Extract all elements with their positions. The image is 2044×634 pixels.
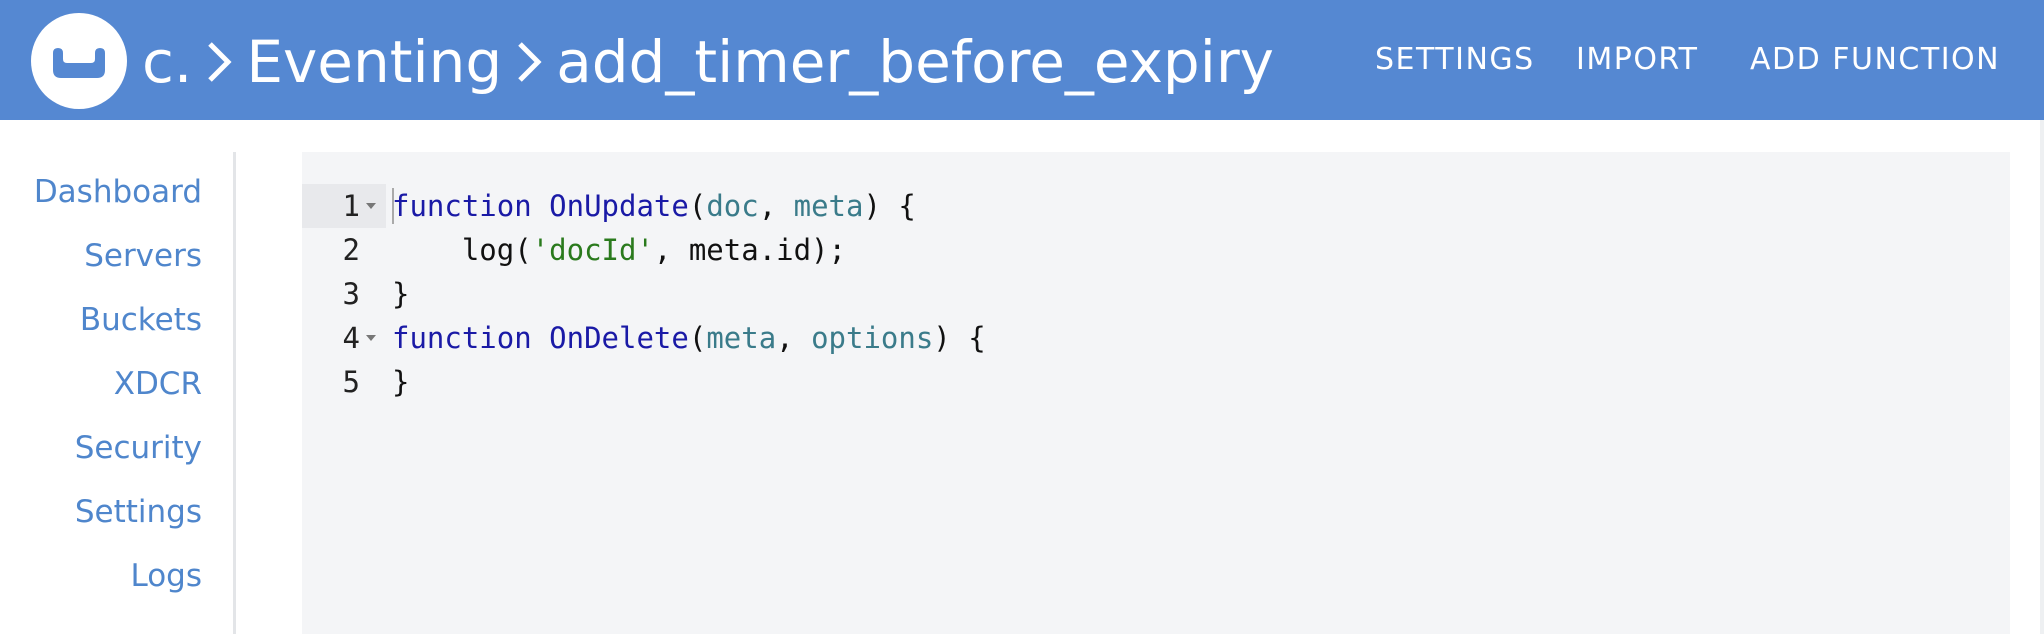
- code-token: }: [392, 365, 410, 399]
- line-number: 4: [342, 321, 360, 355]
- code-token: function: [392, 321, 532, 355]
- code-token: OnDelete: [549, 321, 689, 355]
- chevron-right-icon: [208, 42, 232, 82]
- code-token: meta: [793, 189, 864, 223]
- line-number: 1: [342, 189, 360, 223]
- code-token: , meta.id);: [653, 233, 846, 267]
- code-line[interactable]: 4 function OnDelete(meta, options) {: [302, 316, 2010, 360]
- code-token: meta: [706, 321, 777, 355]
- code-token: }: [392, 277, 410, 311]
- sidebar-item-xdcr[interactable]: XDCR: [114, 364, 202, 404]
- sidebar-item-servers[interactable]: Servers: [84, 236, 202, 276]
- fold-arrow-icon[interactable]: [366, 335, 376, 341]
- code-text[interactable]: }: [392, 272, 409, 316]
- sidebar-item-settings[interactable]: Settings: [75, 492, 202, 532]
- code-line[interactable]: 1 function OnUpdate(doc, meta) {: [302, 184, 2010, 228]
- import-nav-link[interactable]: IMPORT: [1576, 40, 1698, 80]
- code-token: 'docId': [531, 233, 654, 267]
- line-number: 2: [342, 233, 360, 267]
- code-line[interactable]: 5 }: [302, 360, 2010, 404]
- settings-nav-link[interactable]: SETTINGS: [1375, 40, 1535, 80]
- code-line[interactable]: 2 log('docId', meta.id);: [302, 228, 2010, 272]
- code-token: ) {: [863, 189, 916, 223]
- code-token: ) {: [933, 321, 986, 355]
- text-cursor: [392, 188, 394, 224]
- line-number: 5: [342, 365, 360, 399]
- code-token: ,: [758, 189, 794, 223]
- breadcrumb-item-cluster[interactable]: c.: [142, 22, 192, 102]
- code-token: ,: [776, 321, 812, 355]
- code-text[interactable]: function OnDelete(meta, options) {: [392, 316, 986, 360]
- page-scrollbar[interactable]: [2040, 120, 2044, 634]
- sidebar-item-logs[interactable]: Logs: [130, 556, 202, 596]
- code-token: OnUpdate: [549, 189, 689, 223]
- code-token: function: [392, 189, 532, 223]
- add-function-nav-link[interactable]: ADD FUNCTION: [1750, 40, 2000, 80]
- code-text[interactable]: log('docId', meta.id);: [392, 228, 846, 272]
- line-number: 3: [342, 277, 360, 311]
- code-line[interactable]: 3 }: [302, 272, 2010, 316]
- sidebar-item-buckets[interactable]: Buckets: [80, 300, 202, 340]
- top-header: c. Eventing add_timer_before_expiry SETT…: [0, 0, 2044, 120]
- code-token: (: [688, 189, 707, 223]
- code-editor[interactable]: 1 function OnUpdate(doc, meta) { 2 log('…: [302, 152, 2010, 634]
- code-text[interactable]: }: [392, 360, 409, 404]
- sidebar-item-dashboard[interactable]: Dashboard: [34, 172, 202, 212]
- code-token: doc: [706, 189, 759, 223]
- code-token: options: [811, 321, 934, 355]
- code-text[interactable]: function OnUpdate(doc, meta) {: [392, 184, 916, 228]
- sidebar-item-security[interactable]: Security: [75, 428, 202, 468]
- fold-arrow-icon[interactable]: [366, 203, 376, 209]
- breadcrumb-item-eventing[interactable]: Eventing: [246, 22, 502, 102]
- sidebar: Dashboard Servers Buckets XDCR Security …: [0, 152, 236, 634]
- code-token: (: [688, 321, 707, 355]
- breadcrumb-item-function: add_timer_before_expiry: [556, 28, 1274, 96]
- code-token: log(: [392, 233, 532, 267]
- chevron-right-icon: [518, 42, 542, 82]
- breadcrumb: c. Eventing add_timer_before_expiry: [142, 22, 1274, 102]
- couchbase-logo-icon[interactable]: [31, 13, 127, 109]
